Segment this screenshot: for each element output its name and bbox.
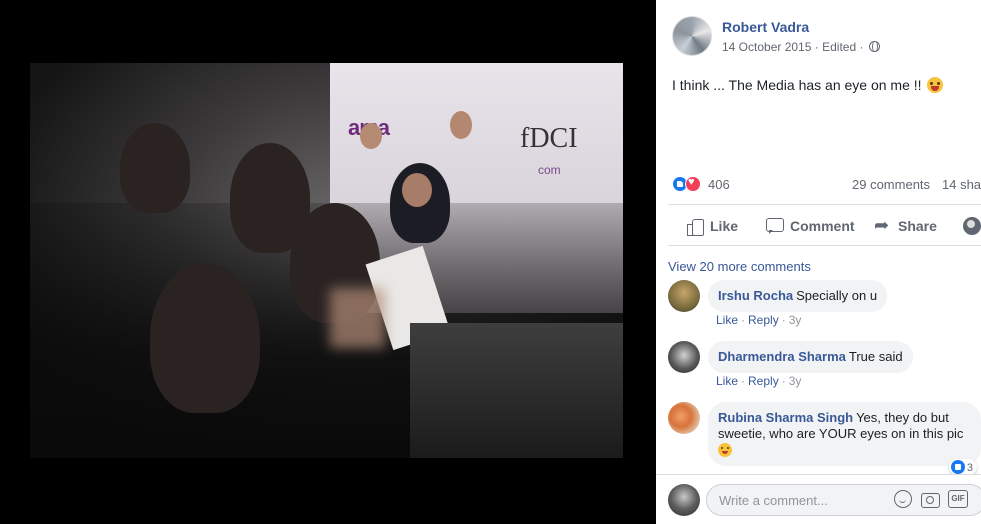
comment-meta: Like · Reply · 3y (716, 313, 801, 327)
comment-like-link[interactable]: Like (716, 374, 738, 388)
comment-bubble: Rubina Sharma Singh Yes, they do but swee… (708, 402, 981, 466)
edited-label[interactable]: Edited (822, 40, 856, 54)
comment-reaction-badge[interactable]: 3 (948, 459, 977, 475)
photo-face (402, 173, 432, 207)
comment-meta: Like · Reply · 3y (716, 374, 801, 388)
author-avatar[interactable] (672, 16, 712, 56)
photo-viewer: ama fDCI com (0, 0, 656, 524)
comment-text: Specially on u (796, 288, 878, 303)
photo-theater: ama fDCI com Robert Vadra 14 October 201… (0, 0, 981, 524)
commenter-name[interactable]: Dharmendra Sharma (718, 349, 846, 364)
photo-runway-floor (410, 323, 623, 458)
post-text: I think ... The Media has an eye on me !… (672, 77, 944, 93)
tongue-wink-emoji-icon (718, 443, 732, 457)
comment-like-link[interactable]: Like (716, 313, 738, 327)
photo-figure (150, 263, 260, 413)
photo-blurred-face (330, 288, 385, 348)
share-button-label: Share (898, 218, 937, 234)
meta-separator: · (859, 40, 867, 54)
comment-bubble-icon (766, 217, 784, 235)
post-meta: 14 October 2015 · Edited · (722, 40, 880, 54)
photo-banner-text-right: fDCI (520, 123, 578, 154)
camera-icon[interactable] (921, 490, 940, 508)
post-side-panel: Robert Vadra 14 October 2015 · Edited · … (656, 0, 981, 524)
meta-separator: · (741, 313, 746, 327)
meta-separator: · (781, 313, 786, 327)
reactions-bar: 406 29 comments 14 sha (672, 176, 981, 194)
comment-time[interactable]: 3y (789, 374, 802, 388)
globe-icon[interactable] (868, 41, 880, 52)
comment-time[interactable]: 3y (789, 313, 802, 327)
view-more-comments-link[interactable]: View 20 more comments (668, 259, 811, 274)
emoji-icon[interactable] (894, 490, 912, 508)
comments-count[interactable]: 29 comments (852, 177, 930, 192)
photo-face (360, 123, 382, 149)
audience-selector-button[interactable] (963, 213, 981, 239)
thumbs-up-icon (686, 217, 704, 236)
post-photo[interactable]: ama fDCI com (30, 63, 623, 458)
comment-text: True said (848, 349, 903, 364)
shares-count[interactable]: 14 sha (942, 177, 981, 192)
like-button[interactable]: Like (686, 213, 738, 239)
like-reaction-icon (950, 460, 965, 474)
comment-bubble: Irshu Rocha Specially on u (708, 280, 888, 312)
comment-reply-link[interactable]: Reply (748, 374, 779, 388)
share-button[interactable]: Share (874, 213, 937, 239)
commenter-avatar[interactable] (668, 402, 700, 434)
commenter-avatar[interactable] (668, 280, 700, 312)
commenter-avatar[interactable] (668, 341, 700, 373)
photo-face (450, 111, 472, 139)
post-text-content: I think ... The Media has an eye on me !… (672, 77, 922, 93)
author-name[interactable]: Robert Vadra (722, 19, 809, 35)
share-arrow-icon (874, 215, 892, 236)
meta-separator: · (814, 40, 823, 54)
comment-button-label: Comment (790, 218, 855, 234)
reaction-count[interactable]: 406 (708, 177, 730, 192)
comment-button[interactable]: Comment (766, 213, 855, 239)
gif-icon[interactable]: GIF (948, 490, 968, 508)
audience-selector-icon (963, 217, 981, 235)
tongue-wink-emoji-icon (927, 77, 944, 93)
post-header: Robert Vadra 14 October 2015 · Edited · (672, 16, 977, 56)
commenter-name[interactable]: Rubina Sharma Singh (718, 410, 853, 425)
comment-composer: GIF (656, 474, 981, 524)
comment-reaction-count: 3 (966, 462, 973, 474)
love-reaction-icon[interactable] (685, 176, 701, 192)
photo-banner-text-small: com (538, 163, 561, 177)
post-date[interactable]: 14 October 2015 (722, 40, 811, 54)
photo-figure (120, 123, 190, 213)
like-button-label: Like (710, 218, 739, 234)
post-actions: Like Comment Share (668, 204, 981, 246)
meta-separator: · (741, 374, 746, 388)
comment-reply-link[interactable]: Reply (748, 313, 779, 327)
meta-separator: · (781, 374, 786, 388)
commenter-name[interactable]: Irshu Rocha (718, 288, 793, 303)
current-user-avatar (668, 484, 700, 516)
comment-bubble: Dharmendra Sharma True said (708, 341, 913, 373)
